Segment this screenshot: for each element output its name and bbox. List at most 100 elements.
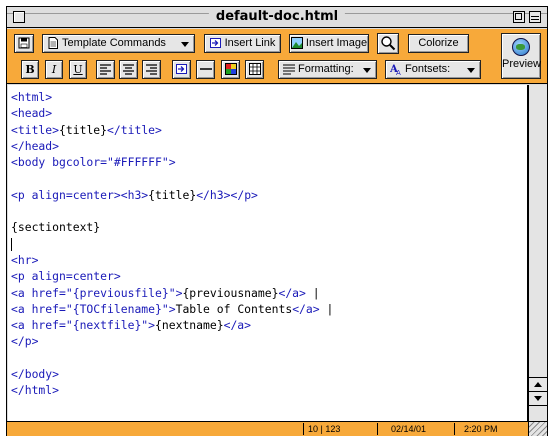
text-token: {title}	[148, 187, 197, 202]
align-center-button[interactable]	[119, 60, 138, 79]
html-tag-token: </a>	[278, 285, 306, 300]
template-commands-label: Template Commands	[62, 37, 166, 49]
font-icon: A A	[390, 64, 401, 75]
save-button[interactable]	[14, 34, 34, 53]
code-line[interactable]: <a href="{TOCfilename}">Table of Content…	[11, 301, 525, 317]
cursor-position: 10 | 123	[308, 424, 341, 434]
insert-table-button[interactable]	[245, 60, 264, 79]
align-left-button[interactable]	[96, 60, 115, 79]
html-tag-token: </body>	[11, 367, 60, 382]
text-token: {nextname}	[155, 318, 224, 333]
align-center-icon	[123, 64, 134, 75]
text-token: {title}	[59, 122, 108, 137]
template-commands-dropdown[interactable]: Template Commands	[42, 34, 195, 53]
html-tag-token: <title>	[11, 122, 60, 137]
color-picker-button[interactable]	[221, 60, 240, 79]
status-time: 2:20 PM	[464, 424, 498, 434]
html-tag-token: <h3>	[120, 187, 149, 202]
align-right-button[interactable]	[142, 60, 161, 79]
fontsets-label: Fontsets:	[405, 63, 451, 75]
close-box[interactable]	[13, 11, 25, 23]
link-icon	[209, 38, 221, 49]
html-tag-token: </title>	[107, 122, 162, 137]
colorize-button[interactable]: Colorize	[408, 34, 469, 53]
code-line[interactable]: <p align=center>	[11, 268, 525, 284]
html-tag-token: </p>	[230, 187, 258, 202]
paragraph-lines-icon	[283, 64, 295, 75]
html-tag-token: <p align=center>	[11, 187, 121, 202]
code-line[interactable]: </body>	[11, 366, 525, 382]
chevron-down-icon	[181, 42, 189, 47]
formatting-dropdown[interactable]: Formatting:	[278, 60, 377, 79]
align-right-icon	[146, 64, 157, 75]
html-tag-token: <hr>	[11, 252, 39, 267]
vertical-scrollbar[interactable]	[528, 85, 547, 421]
scroll-down-arrow[interactable]	[529, 391, 547, 406]
code-line[interactable]: <a href="{previousfile}">{previousname}<…	[11, 285, 525, 301]
code-line[interactable]: {sectiontext}	[11, 219, 525, 235]
text-token: {previousname}	[182, 285, 279, 300]
code-text[interactable]: <html> <head> <title>{title}</title> </head…	[11, 89, 525, 399]
globe-icon	[512, 38, 530, 56]
magnifier-icon	[381, 36, 396, 51]
bold-button[interactable]: B	[21, 60, 39, 79]
image-icon	[290, 37, 303, 50]
preview-label: Preview	[502, 58, 542, 70]
code-line[interactable]: <p align=center><h3>{title}</h3></p>	[11, 187, 525, 203]
status-divider	[454, 423, 455, 435]
table-icon	[248, 63, 261, 75]
code-line[interactable]: <body bgcolor="#FFFFFF">	[11, 154, 525, 170]
formatting-label: Formatting:	[298, 63, 354, 75]
code-line[interactable]: <head>	[11, 105, 525, 121]
svg-text:A: A	[396, 69, 401, 75]
text-token: |	[319, 301, 334, 316]
document-icon	[48, 37, 58, 50]
code-line[interactable]: </head>	[11, 138, 525, 154]
code-line[interactable]	[11, 350, 525, 366]
floppy-disk-icon	[18, 37, 30, 49]
anchor-icon	[175, 64, 187, 74]
title-bar[interactable]: default-doc.html	[7, 7, 547, 28]
zoom-box[interactable]	[513, 11, 525, 23]
italic-button[interactable]: I	[45, 60, 63, 79]
chevron-down-icon	[363, 68, 371, 73]
preview-button[interactable]: Preview	[501, 33, 541, 79]
text-token: Table of Contents	[175, 301, 293, 316]
html-tag-token: <a href="{TOCfilename}">	[11, 301, 176, 316]
horizontal-rule-button[interactable]	[196, 60, 215, 79]
underline-button[interactable]: U	[69, 60, 87, 79]
code-line[interactable]: </p>	[11, 333, 525, 349]
html-tag-token: <p align=center>	[11, 269, 121, 284]
insert-link-button[interactable]: Insert Link	[204, 34, 281, 53]
insert-anchor-button[interactable]	[172, 60, 191, 79]
color-swatch-icon	[224, 63, 237, 75]
text-token: {sectiontext}	[11, 220, 101, 235]
code-line[interactable]: <hr>	[11, 252, 525, 268]
code-line[interactable]	[11, 170, 525, 186]
html-tag-token: </a>	[223, 318, 252, 333]
chevron-down-icon	[467, 68, 475, 73]
scroll-up-arrow[interactable]	[529, 377, 547, 392]
html-tag-token: </head>	[11, 138, 60, 153]
code-line[interactable]: </html>	[11, 382, 525, 398]
html-tag-token: <head>	[11, 106, 53, 121]
html-tag-token: <a href="{nextfile}">	[11, 318, 156, 333]
html-tag-token: </html>	[11, 383, 60, 398]
html-tag-token: <body bgcolor="#FFFFFF">	[11, 155, 176, 170]
status-divider	[377, 423, 378, 435]
code-line[interactable]: <a href="{nextfile}">{nextname}</a>	[11, 317, 525, 333]
text-cursor	[11, 237, 12, 251]
html-tag-token: </h3>	[196, 187, 231, 202]
insert-image-button[interactable]: Insert Image	[289, 34, 369, 53]
code-editor[interactable]: <html> <head> <title>{title}</title> </head…	[8, 85, 528, 421]
insert-image-label: Insert Image	[305, 37, 368, 49]
resize-grip[interactable]	[528, 421, 547, 436]
find-button[interactable]	[377, 33, 399, 54]
code-line[interactable]: <title>{title}</title>	[11, 122, 525, 138]
collapse-box[interactable]	[529, 11, 541, 23]
horizontal-rule-icon	[199, 68, 212, 70]
code-line[interactable]	[11, 236, 525, 252]
fontsets-dropdown[interactable]: A A Fontsets:	[385, 60, 481, 79]
code-line[interactable]: <html>	[11, 89, 525, 105]
code-line[interactable]	[11, 203, 525, 219]
